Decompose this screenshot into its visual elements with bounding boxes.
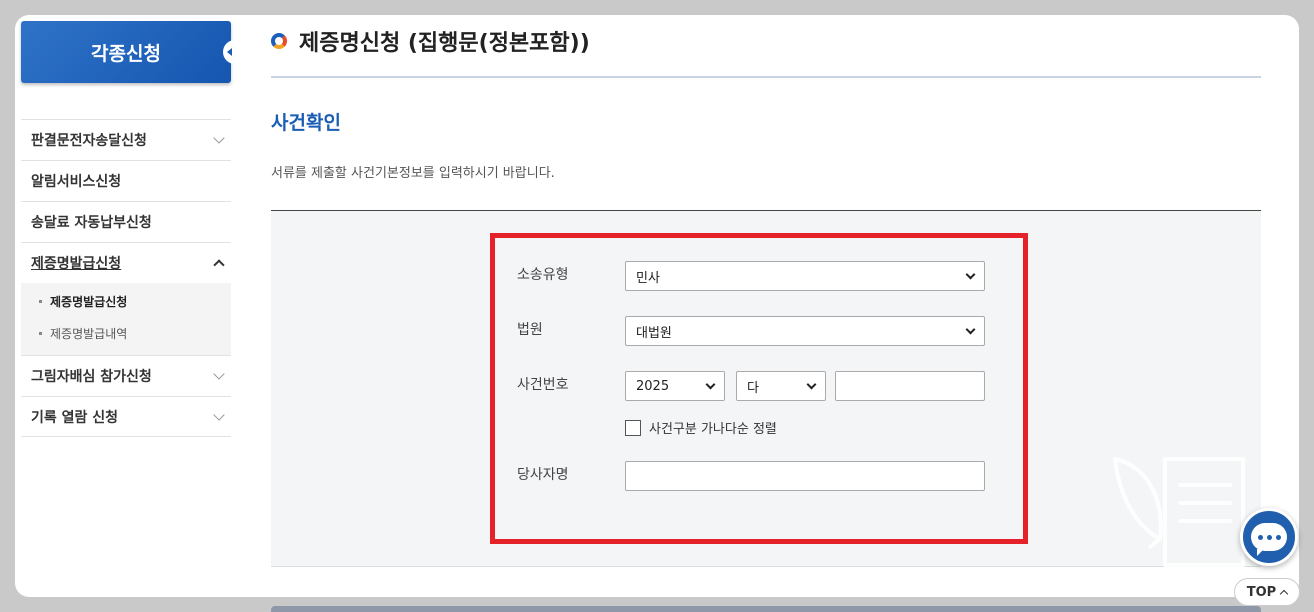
sidebar-submenu: 제증명발급신청 제증명발급내역 xyxy=(21,283,231,355)
sidebar-collapse-handle[interactable] xyxy=(223,40,239,64)
sidebar-item-label: 알림서비스신청 xyxy=(31,174,122,190)
sidebar-item-label: 그림자배심 참가신청 xyxy=(31,369,152,385)
page-card: 각종신청 판결문전자송달신청 알림서비스신청 송달료 자동납부신청 제증명발급신… xyxy=(15,15,1299,597)
sidebar-subitem-certificate-request[interactable]: 제증명발급신청 xyxy=(21,285,231,317)
sidebar-item-record-viewing[interactable]: 기록 열람 신청 xyxy=(21,396,231,437)
bottom-bar xyxy=(271,606,1261,612)
chevron-down-icon xyxy=(213,368,225,380)
chevron-up-icon xyxy=(1279,589,1289,598)
sidebar-header: 각종신청 xyxy=(21,21,239,83)
top-button[interactable]: TOP xyxy=(1234,578,1300,606)
highlight-box xyxy=(490,233,1028,544)
sidebar-subitem-label: 제증명발급내역 xyxy=(50,326,128,341)
sidebar-item-judgment-delivery[interactable]: 판결문전자송달신청 xyxy=(21,119,231,160)
sidebar-item-shadow-jury[interactable]: 그림자배심 참가신청 xyxy=(21,355,231,396)
chat-icon xyxy=(1251,523,1287,556)
title-divider xyxy=(271,76,1261,78)
sidebar-item-auto-payment[interactable]: 송달료 자동납부신청 xyxy=(21,201,231,242)
page-title-row: 제증명신청 (집행문(정본포함)) xyxy=(271,25,590,57)
sidebar-item-label: 제증명발급신청 xyxy=(31,256,122,272)
sidebar-item-label: 기록 열람 신청 xyxy=(31,409,119,426)
sidebar-item-notification-service[interactable]: 알림서비스신청 xyxy=(21,160,231,201)
document-quill-watermark-icon xyxy=(1113,457,1245,567)
bullet-icon xyxy=(39,299,42,303)
sidebar-header-label: 각종신청 xyxy=(91,42,161,65)
chevron-down-icon xyxy=(213,408,225,421)
sidebar-item-certificate-request[interactable]: 제증명발급신청 xyxy=(21,242,231,283)
sidebar-item-label: 판결문전자송달신청 xyxy=(31,133,147,149)
sidebar-item-label: 송달료 자동납부신청 xyxy=(31,215,152,231)
section-description: 서류를 제출할 사건기본정보를 입력하시기 바랍니다. xyxy=(271,166,555,181)
page-title: 제증명신청 (집행문(정본포함)) xyxy=(299,31,590,56)
sidebar-menu: 판결문전자송달신청 알림서비스신청 송달료 자동납부신청 제증명발급신청 제증명… xyxy=(21,119,231,437)
title-ring-icon xyxy=(271,33,287,49)
chevron-down-icon xyxy=(213,132,225,144)
chevron-up-icon xyxy=(213,259,225,271)
sidebar-subitem-certificate-history[interactable]: 제증명발급내역 xyxy=(21,317,231,349)
section-heading: 사건확인 xyxy=(271,112,341,134)
sidebar-subitem-label: 제증명발급신청 xyxy=(50,294,128,309)
top-button-label: TOP xyxy=(1246,584,1277,600)
chat-button[interactable] xyxy=(1240,508,1298,566)
bullet-icon xyxy=(39,331,42,335)
